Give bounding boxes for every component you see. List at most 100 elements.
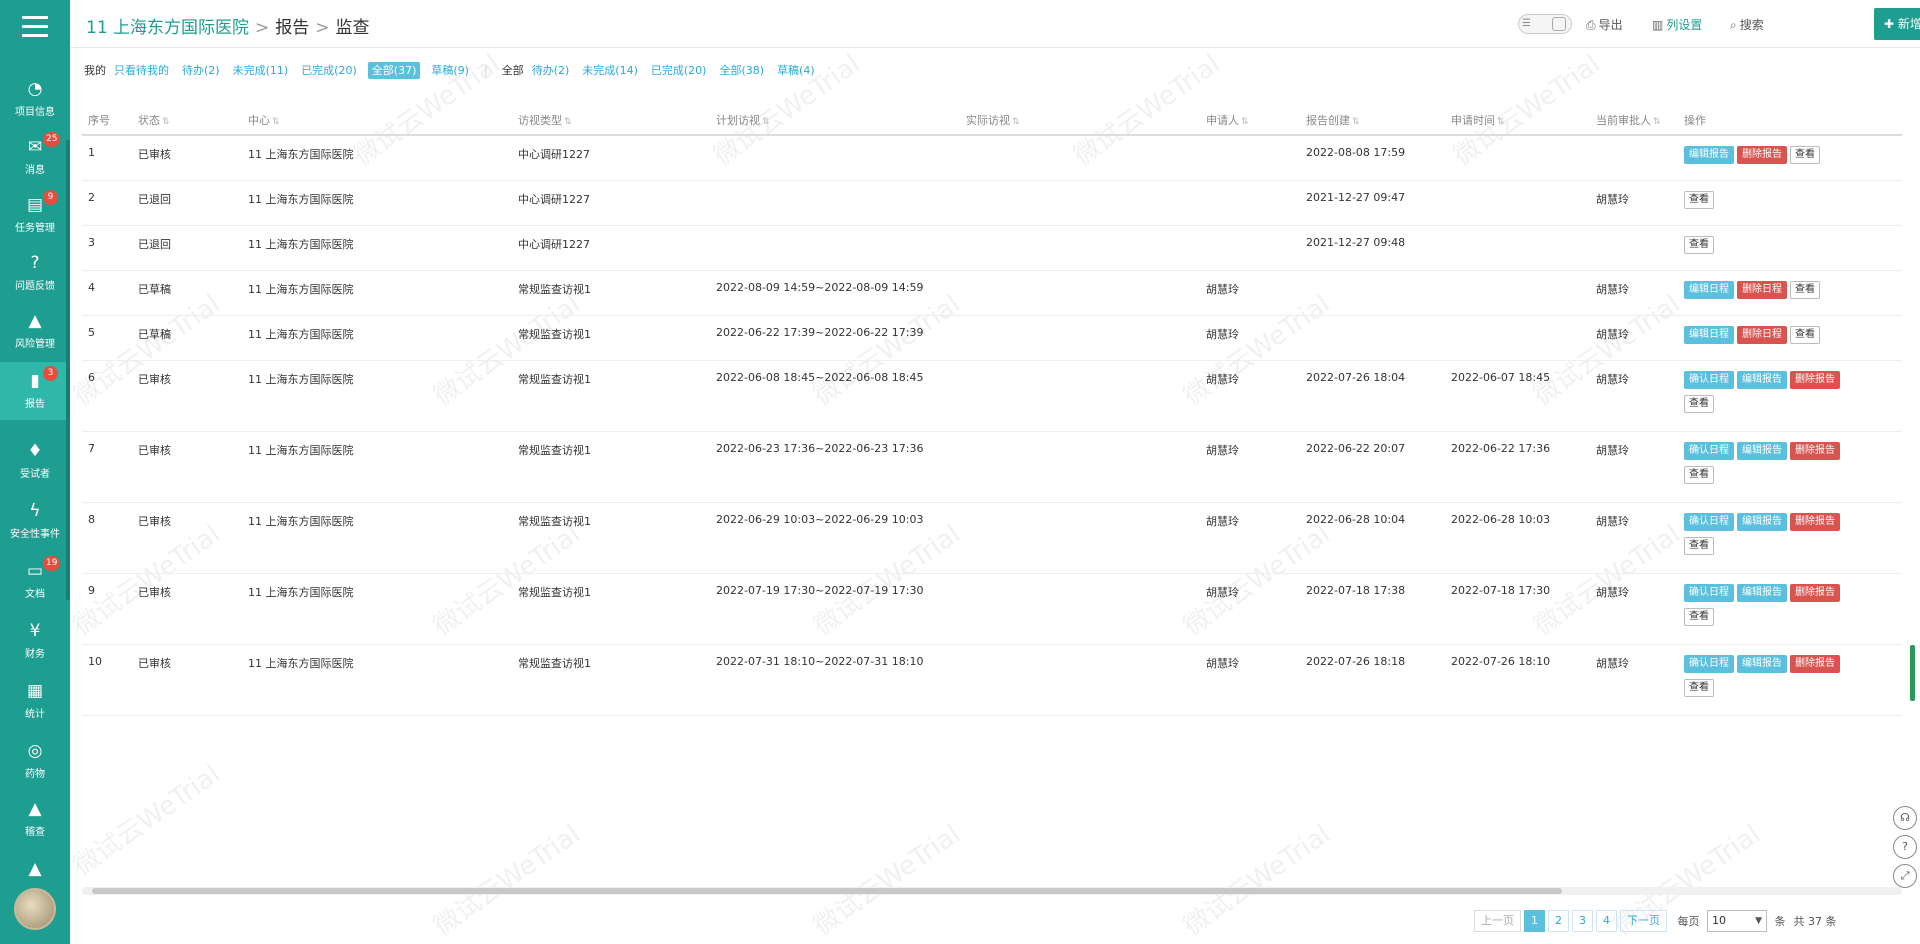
sidebar-item-9[interactable]: ▭ 文档 19 [0,552,70,610]
sidebar-item-8[interactable]: ϟ 安全性事件 [0,492,70,550]
table-row[interactable]: 2 已退回 11 上海东方国际医院 中心调研1227 2021-12-27 09:47 胡… [82,180,1902,226]
view-button[interactable]: 查看 [1684,679,1714,697]
expand-icon[interactable]: ⤢ [1893,864,1917,888]
sort-icon[interactable]: ⇅ [162,117,170,127]
prev-page-button[interactable]: 上一页 [1474,910,1521,932]
table-row[interactable]: 10 已审核 11 上海东方国际医院 常规监查访视1 2022-07-31 18:10~… [82,644,1902,716]
view-button[interactable]: 查看 [1790,281,1820,299]
filter-chip[interactable]: 全部(38) [717,63,766,78]
column-header[interactable]: 当前审批人 ⇅ [1590,105,1678,136]
export-button[interactable]: ⎙ 导出 [1586,16,1623,33]
sidebar-item-1[interactable]: ◔ 项目信息 [0,70,70,128]
action-button[interactable]: 编辑报告 [1737,584,1787,602]
column-header[interactable]: 状态 ⇅ [132,105,242,136]
delete-button[interactable]: 删除报告 [1790,371,1840,389]
page-number-button[interactable]: 1 [1524,910,1545,932]
sort-icon[interactable]: ⇅ [272,117,280,127]
action-button[interactable]: 编辑报告 [1737,655,1787,673]
headset-icon[interactable]: ☊ [1893,806,1917,830]
delete-button[interactable]: 删除报告 [1790,513,1840,531]
delete-button[interactable]: 删除日程 [1737,326,1787,344]
filter-chip[interactable]: 未完成(14) [580,63,640,78]
sidebar-item-13[interactable]: ▲ 稽查 [0,790,70,848]
view-button[interactable]: 查看 [1684,537,1714,555]
delete-button[interactable]: 删除日程 [1737,281,1787,299]
delete-button[interactable]: 删除报告 [1790,442,1840,460]
page-number-button[interactable]: 3 [1572,910,1593,932]
horizontal-scrollbar-thumb[interactable] [92,888,1562,894]
next-page-button[interactable]: 下一页 [1620,910,1667,932]
filter-chip[interactable]: 全部(37) [367,62,421,79]
sidebar-item-4[interactable]: ? 问题反馈 [0,244,70,302]
filter-chip[interactable]: 已完成(20) [649,63,709,78]
action-button[interactable]: 确认日程 [1684,371,1734,389]
filter-chip[interactable]: 草稿(9) [429,63,471,78]
filter-chip[interactable]: 待办(2) [180,63,222,78]
filter-chip[interactable]: 待办(2) [530,63,572,78]
search-button[interactable]: ⌕ 搜索 [1730,16,1764,33]
delete-button[interactable]: 删除报告 [1790,655,1840,673]
delete-button[interactable]: 删除报告 [1790,584,1840,602]
column-header[interactable]: 操作 [1678,105,1902,136]
table-row[interactable]: 6 已审核 11 上海东方国际医院 常规监查访视1 2022-06-08 18:45~2… [82,360,1902,432]
filter-chip[interactable]: 已完成(20) [299,63,359,78]
column-header[interactable]: 序号 [82,105,132,136]
view-button[interactable]: 查看 [1684,395,1714,413]
table-row[interactable]: 5 已草稿 11 上海东方国际医院 常规监查访视1 2022-06-22 17:39~2… [82,315,1902,361]
sort-icon[interactable]: ⇅ [1241,117,1249,127]
list-view-icon[interactable]: ☰ [1522,18,1536,30]
column-header[interactable]: 报告创建 ⇅ [1300,105,1445,136]
card-view-icon[interactable] [1552,17,1566,31]
action-button[interactable]: 确认日程 [1684,655,1734,673]
sort-icon[interactable]: ⇅ [762,117,770,127]
action-button[interactable]: 编辑报告 [1737,513,1787,531]
sidebar-item-7[interactable]: ♦ 受试者 [0,432,70,490]
filter-chip[interactable]: 未完成(11) [231,63,291,78]
add-new-button[interactable]: ✚ 新增 [1874,8,1920,40]
action-button[interactable]: 确认日程 [1684,513,1734,531]
action-button[interactable]: 编辑报告 [1737,371,1787,389]
breadcrumb-section[interactable]: 报告 [275,18,309,38]
sidebar-item-10[interactable]: ¥ 财务 [0,612,70,670]
action-button[interactable]: 编辑日程 [1684,326,1734,344]
view-button[interactable]: 查看 [1790,326,1820,344]
action-button[interactable]: 确认日程 [1684,584,1734,602]
sidebar-item-11[interactable]: ▦ 统计 [0,672,70,730]
view-button[interactable]: 查看 [1684,466,1714,484]
column-settings-button[interactable]: ▥ 列设置 [1652,16,1702,33]
action-button[interactable]: 编辑日程 [1684,281,1734,299]
help-icon[interactable]: ? [1893,835,1917,859]
sidebar-scrollbar[interactable] [66,140,70,600]
view-toggle[interactable]: ☰ [1518,14,1572,34]
avatar[interactable] [14,888,56,930]
filter-chip[interactable]: 草稿(4) [775,63,817,78]
column-header[interactable]: 中心 ⇅ [242,105,512,136]
sidebar-item-6[interactable]: ▮ 报告 3 [0,362,70,420]
table-row[interactable]: 1 已审核 11 上海东方国际医院 中心调研1227 2022-08-08 17:59 编… [82,135,1902,181]
column-header[interactable]: 申请人 ⇅ [1200,105,1300,136]
sidebar-item-2[interactable]: ✉ 消息 25 [0,128,70,186]
menu-toggle-icon[interactable] [22,16,48,38]
filter-chip[interactable]: 只看待我的 [112,63,171,78]
sort-icon[interactable]: ⇅ [1497,117,1505,127]
sort-icon[interactable]: ⇅ [1352,117,1360,127]
action-button[interactable]: 编辑报告 [1737,442,1787,460]
sidebar-item-3[interactable]: ▤ 任务管理 9 [0,186,70,244]
sidebar-item-12[interactable]: ◎ 药物 [0,732,70,790]
table-row[interactable]: 9 已审核 11 上海东方国际医院 常规监查访视1 2022-07-19 17:30~2… [82,573,1902,645]
column-header[interactable]: 实际访视 ⇅ [960,105,1200,136]
sort-icon[interactable]: ⇅ [1653,117,1661,127]
action-button[interactable]: 编辑报告 [1684,146,1734,164]
breadcrumb-center[interactable]: 11 上海东方国际医院 [86,18,249,38]
page-number-button[interactable]: 2 [1548,910,1569,932]
column-header[interactable]: 申请时间 ⇅ [1445,105,1590,136]
right-edge-handle[interactable] [1910,645,1915,701]
page-number-button[interactable]: 4 [1596,910,1617,932]
column-header[interactable]: 计划访视 ⇅ [710,105,960,136]
column-header[interactable]: 访视类型 ⇅ [512,105,710,136]
sort-icon[interactable]: ⇅ [564,117,572,127]
table-row[interactable]: 7 已审核 11 上海东方国际医院 常规监查访视1 2022-06-23 17:36~2… [82,431,1902,503]
view-button[interactable]: 查看 [1684,191,1714,209]
sidebar-item-5[interactable]: ▲ 风险管理 [0,302,70,360]
action-button[interactable]: 确认日程 [1684,442,1734,460]
